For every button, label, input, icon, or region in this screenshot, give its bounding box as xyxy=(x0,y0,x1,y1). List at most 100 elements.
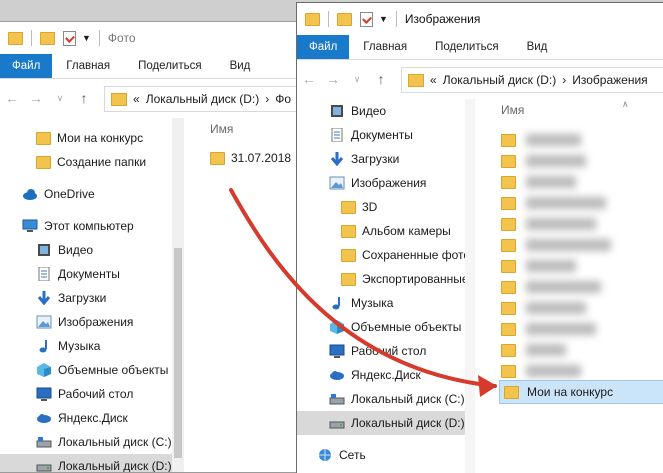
nav-item[interactable]: Музыка xyxy=(0,334,172,358)
folder-icon xyxy=(210,151,225,165)
list-item[interactable] xyxy=(501,234,611,256)
folder-icon xyxy=(111,92,127,106)
list-item[interactable] xyxy=(501,339,566,361)
nav-item[interactable]: Яндекс.Диск xyxy=(297,363,465,387)
breadcrumb-current[interactable]: Фо xyxy=(275,92,291,106)
nav-item[interactable]: Музыка xyxy=(297,291,465,315)
tab-file[interactable]: Файл xyxy=(0,54,53,78)
folder-icon xyxy=(501,196,516,210)
nav-item[interactable]: Документы xyxy=(297,123,465,147)
chevron-down-icon[interactable]: ▼ xyxy=(379,14,388,24)
blurred-file-name xyxy=(526,155,586,167)
blurred-file-name xyxy=(526,176,576,188)
nav-item[interactable]: Изображения xyxy=(0,310,172,334)
back-arrow-icon[interactable]: ← xyxy=(297,71,321,87)
nav-item[interactable]: Яндекс.Диск xyxy=(0,406,172,430)
navigation-bar: ← → ∨ ↑ « Локальный диск (D:) › Фо xyxy=(0,78,300,118)
nav-item[interactable]: Локальный диск (D:) xyxy=(0,454,172,472)
folder-icon xyxy=(501,364,516,378)
new-folder-icon[interactable] xyxy=(40,31,55,45)
navigation-scrollbar[interactable] xyxy=(172,118,184,472)
nav-item[interactable]: Создание папки xyxy=(0,150,172,174)
list-item[interactable] xyxy=(501,255,576,277)
list-item[interactable] xyxy=(501,297,586,319)
address-bar[interactable]: « Локальный диск (D:) › Фо xyxy=(104,86,300,112)
list-item[interactable] xyxy=(501,213,596,235)
new-folder-item-selected[interactable]: Мои на конкурс xyxy=(499,380,663,404)
sort-chevron-icon[interactable]: ∧ xyxy=(622,99,629,110)
nav-item[interactable]: Документы xyxy=(0,262,172,286)
address-bar[interactable]: « Локальный диск (D:) › Изображения xyxy=(401,67,663,93)
breadcrumb-current[interactable]: Изображения xyxy=(572,73,647,87)
back-arrow-icon[interactable]: ← xyxy=(0,90,24,106)
column-header-name[interactable]: Имя xyxy=(210,122,233,136)
list-item[interactable] xyxy=(501,171,576,193)
recent-chevron-icon[interactable]: ∨ xyxy=(345,74,369,85)
properties-icon[interactable] xyxy=(63,30,76,46)
file-item[interactable]: 31.07.2018 xyxy=(210,147,291,169)
list-item[interactable] xyxy=(501,129,581,151)
drive-d-icon xyxy=(36,459,52,472)
properties-icon[interactable] xyxy=(360,11,373,27)
window-title: Фото xyxy=(107,31,136,45)
nav-item[interactable]: Объемные объекты xyxy=(0,358,172,382)
nav-item[interactable]: Видео xyxy=(0,238,172,262)
up-arrow-icon[interactable]: ↑ xyxy=(72,90,96,106)
tab-file[interactable]: Файл xyxy=(297,35,350,59)
folder-icon xyxy=(36,155,51,169)
nav-item[interactable]: Этот компьютер xyxy=(0,214,172,238)
blurred-file-name xyxy=(526,197,606,209)
tab-home[interactable]: Главная xyxy=(349,35,421,59)
up-arrow-icon[interactable]: ↑ xyxy=(369,71,393,87)
nav-item[interactable]: Видео xyxy=(297,99,465,123)
drive-c-icon xyxy=(329,392,345,406)
folder-icon xyxy=(408,73,424,87)
blurred-file-name xyxy=(526,365,581,377)
nav-item[interactable]: Локальный диск (D:) xyxy=(297,411,465,435)
chevron-down-icon[interactable]: ▼ xyxy=(82,33,91,43)
nav-item[interactable]: Сохраненные фото xyxy=(297,243,465,267)
nav-item[interactable]: Экспортированные xyxy=(297,267,465,291)
nav-item[interactable]: Локальный диск (C:) xyxy=(297,387,465,411)
recent-chevron-icon[interactable]: ∨ xyxy=(48,93,72,104)
nav-item[interactable]: Рабочий стол xyxy=(297,339,465,363)
scrollbar-thumb[interactable] xyxy=(174,248,182,458)
nav-item[interactable]: Загрузки xyxy=(0,286,172,310)
tab-view[interactable]: Вид xyxy=(216,54,265,78)
nav-item[interactable]: Загрузки xyxy=(297,147,465,171)
video-icon xyxy=(36,243,52,257)
new-folder-icon[interactable] xyxy=(337,12,352,26)
navigation-scrollbar[interactable] xyxy=(465,99,475,473)
tab-view[interactable]: Вид xyxy=(513,35,562,59)
breadcrumb-overflow[interactable]: « xyxy=(133,92,140,106)
list-item[interactable] xyxy=(501,360,581,382)
list-item[interactable] xyxy=(501,192,606,214)
nav-item[interactable]: OneDrive xyxy=(0,182,172,206)
list-item[interactable] xyxy=(501,150,586,172)
nav-item[interactable]: Сеть xyxy=(297,443,465,467)
list-item[interactable] xyxy=(501,276,601,298)
tab-home[interactable]: Главная xyxy=(52,54,124,78)
breadcrumb-drive-d[interactable]: Локальный диск (D:) xyxy=(146,92,260,106)
column-header-name[interactable]: Имя xyxy=(501,103,524,117)
music-icon xyxy=(36,339,52,353)
nav-item[interactable]: Изображения xyxy=(297,171,465,195)
nav-item[interactable]: 3D xyxy=(297,195,465,219)
tab-share[interactable]: Поделиться xyxy=(421,35,513,59)
folder-icon xyxy=(501,259,516,273)
nav-item[interactable]: Локальный диск (C:) xyxy=(0,430,172,454)
nav-item[interactable]: Объемные объекты xyxy=(297,315,465,339)
file-name: Мои на конкурс xyxy=(527,385,614,399)
list-item[interactable] xyxy=(501,318,596,340)
nav-item-label: Видео xyxy=(58,243,94,257)
nav-item[interactable]: Мои на конкурс xyxy=(0,126,172,150)
tab-share[interactable]: Поделиться xyxy=(124,54,216,78)
nav-item-label: Видео xyxy=(351,104,387,118)
forward-arrow-icon[interactable]: → xyxy=(24,90,48,106)
nav-item-label: Сохраненные фото xyxy=(362,248,465,262)
nav-item[interactable]: Рабочий стол xyxy=(0,382,172,406)
nav-item[interactable]: Альбом камеры xyxy=(297,219,465,243)
breadcrumb-overflow[interactable]: « xyxy=(430,73,437,87)
breadcrumb-drive-d[interactable]: Локальный диск (D:) xyxy=(443,73,557,87)
forward-arrow-icon[interactable]: → xyxy=(321,71,345,87)
